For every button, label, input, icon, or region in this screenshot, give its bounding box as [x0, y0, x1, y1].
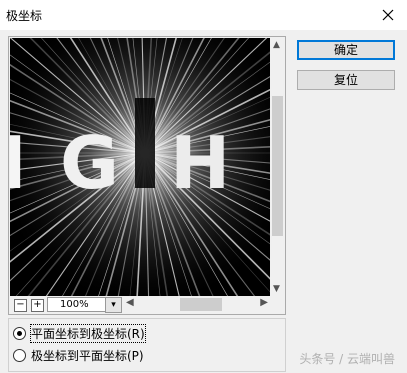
preview-letter-i: I [10, 121, 27, 205]
reset-button[interactable]: 复位 [297, 70, 395, 90]
scroll-down-icon[interactable]: ▼ [273, 284, 280, 294]
ok-button[interactable]: 确定 [297, 40, 395, 60]
preview-image: I G H [10, 38, 270, 296]
light-burst-image: I G H [10, 38, 270, 296]
option-label: 极坐标到平面坐标(P) [31, 349, 144, 363]
window-title: 极坐标 [6, 9, 43, 23]
option-label: 平面坐标到极坐标(R) [30, 324, 146, 343]
preview-letter-h: H [170, 121, 230, 205]
preview-frame: I G H ▲ ▼ − + 100% ▾ ◀ ▶ [8, 36, 286, 315]
radio-selected-icon[interactable] [13, 327, 26, 340]
scroll-left-icon[interactable]: ◀ [126, 297, 134, 308]
scroll-up-icon[interactable]: ▲ [273, 40, 280, 50]
dialog-body: I G H ▲ ▼ − + 100% ▾ ◀ ▶ 确定 复位 平面坐标到极坐标(… [0, 30, 407, 373]
title-bar: 极坐标 [0, 0, 407, 30]
conversion-options: 平面坐标到极坐标(R) 极坐标到平面坐标(P) [8, 318, 286, 372]
horizontal-scroll-thumb[interactable] [180, 298, 222, 311]
scroll-right-icon[interactable]: ▶ [260, 297, 268, 308]
zoom-bar: − + 100% ▾ ◀ ▶ [10, 296, 284, 313]
zoom-dropdown-chevron-icon[interactable]: ▾ [105, 297, 122, 313]
vertical-scroll-thumb[interactable] [272, 96, 283, 236]
watermark: 头条号 / 云端叫兽 [299, 352, 395, 366]
radio-unselected-icon[interactable] [13, 349, 26, 362]
zoom-out-button[interactable]: − [14, 299, 27, 312]
preview-letter-g: G [60, 121, 119, 205]
option-rect-to-polar[interactable]: 平面坐标到极坐标(R) [13, 324, 146, 343]
option-polar-to-rect[interactable]: 极坐标到平面坐标(P) [13, 347, 144, 364]
horizontal-scrollbar[interactable]: ◀ ▶ [124, 297, 270, 312]
zoom-in-button[interactable]: + [31, 299, 44, 312]
vertical-scrollbar[interactable]: ▲ ▼ [271, 38, 284, 296]
close-icon[interactable] [379, 6, 397, 24]
